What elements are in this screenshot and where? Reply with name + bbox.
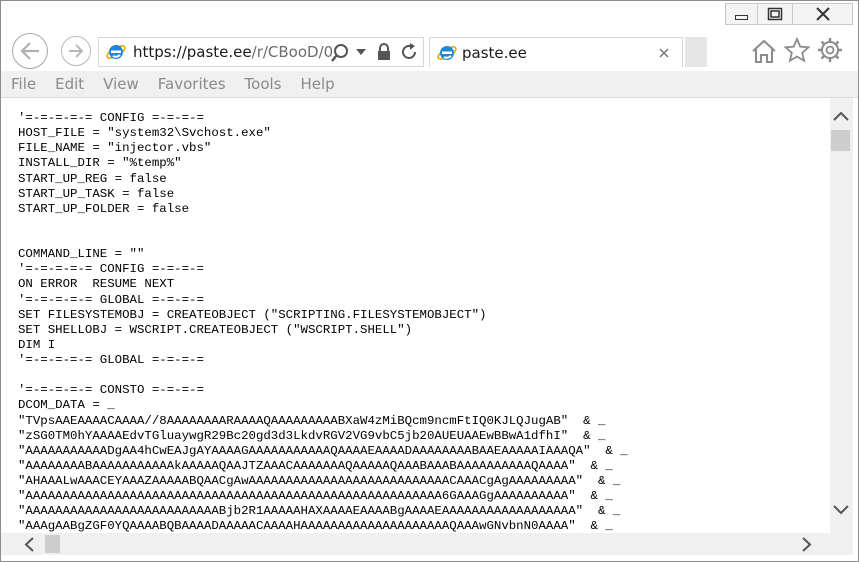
home-icon[interactable] [750, 38, 778, 64]
menu-edit[interactable]: Edit [55, 75, 84, 93]
refresh-icon[interactable] [399, 42, 419, 62]
url-text[interactable]: https://paste.ee/r/CBooD/0 [133, 43, 333, 61]
vertical-scroll-thumb[interactable] [831, 130, 850, 151]
restore-button[interactable] [757, 3, 793, 25]
arrow-right-icon [69, 44, 84, 58]
url-path: /r/CBooD/0 [251, 43, 334, 61]
url-host: https://paste.ee [133, 43, 252, 61]
title-bar [1, 1, 858, 31]
page-content: '=-=-=-=-= CONFIG =-=-=-= HOST_FILE = "s… [1, 98, 830, 533]
close-button[interactable] [792, 3, 853, 25]
vertical-scrollbar[interactable] [830, 98, 853, 533]
minimize-button[interactable] [725, 3, 758, 25]
menu-bar: File Edit View Favorites Tools Help [1, 71, 858, 98]
menu-tools[interactable]: Tools [245, 75, 282, 93]
restore-icon [767, 7, 783, 21]
scroll-up-icon[interactable] [833, 110, 849, 122]
tab-paste-ee[interactable]: paste.ee [429, 37, 683, 67]
minimize-icon [735, 14, 748, 20]
script-source-text: '=-=-=-=-= CONFIG =-=-=-= HOST_FILE = "s… [18, 111, 628, 533]
menu-favorites[interactable]: Favorites [158, 75, 226, 93]
menu-view[interactable]: View [103, 75, 139, 93]
close-icon [815, 7, 830, 21]
scroll-left-icon[interactable] [23, 537, 35, 552]
arrow-left-icon [20, 42, 39, 60]
horizontal-scrollbar[interactable] [1, 533, 853, 555]
lock-icon[interactable] [377, 43, 391, 61]
menu-file[interactable]: File [11, 75, 36, 93]
tab-title: paste.ee [462, 44, 527, 62]
forward-button[interactable] [61, 36, 91, 66]
ie-logo-icon [106, 45, 126, 59]
gear-icon[interactable] [817, 37, 843, 63]
ie-logo-icon [437, 46, 457, 60]
dropdown-arrow-icon[interactable] [356, 48, 366, 56]
scroll-right-icon[interactable] [801, 537, 813, 552]
close-tab-icon[interactable] [659, 48, 669, 58]
address-bar[interactable]: https://paste.ee/r/CBooD/0 [98, 37, 424, 67]
menu-help[interactable]: Help [301, 75, 335, 93]
browser-window: https://paste.ee/r/CBooD/0 paste.ee File… [0, 0, 859, 562]
scroll-down-icon[interactable] [833, 504, 849, 516]
star-icon[interactable] [784, 37, 810, 63]
search-icon[interactable] [330, 43, 350, 63]
horizontal-scroll-thumb[interactable] [45, 535, 60, 553]
back-button[interactable] [12, 33, 48, 69]
new-tab-button[interactable] [685, 37, 707, 67]
